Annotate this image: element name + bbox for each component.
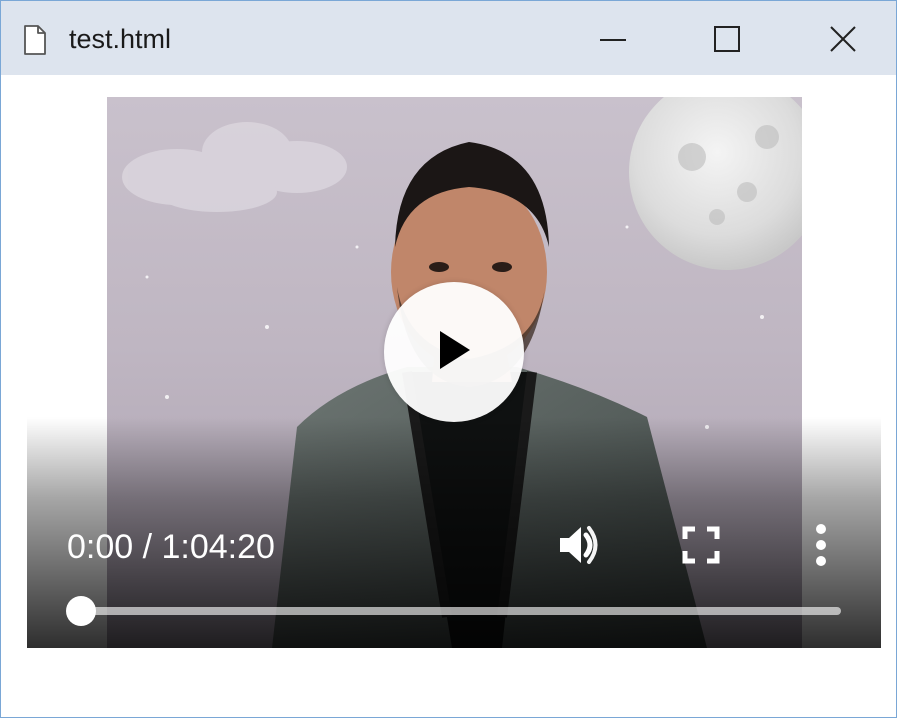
progress-thumb[interactable] [66,596,96,626]
fullscreen-icon [682,526,720,569]
page-content: 0:00 / 1:04:20 [1,75,896,717]
window-title: test.html [69,24,172,54]
minimize-button[interactable] [583,15,643,63]
progress-track [81,607,841,615]
title-bar[interactable]: test.html [1,1,896,75]
progress-bar[interactable] [66,596,841,626]
video-player[interactable]: 0:00 / 1:04:20 [27,97,881,648]
maximize-button[interactable] [697,15,757,63]
browser-window: test.html 0:00 / 1:04:20 [0,0,897,718]
maximize-icon [712,24,742,54]
close-icon [828,24,858,54]
close-button[interactable] [813,15,873,63]
volume-icon [556,523,604,572]
play-icon [434,328,474,377]
more-options-button[interactable] [809,523,833,572]
minimize-icon [598,24,628,54]
more-vertical-icon [814,523,828,572]
document-icon [23,25,47,55]
time-display: 0:00 / 1:04:20 [67,528,275,566]
fullscreen-button[interactable] [679,526,723,569]
volume-button[interactable] [555,525,605,569]
big-play-button[interactable] [384,282,524,422]
